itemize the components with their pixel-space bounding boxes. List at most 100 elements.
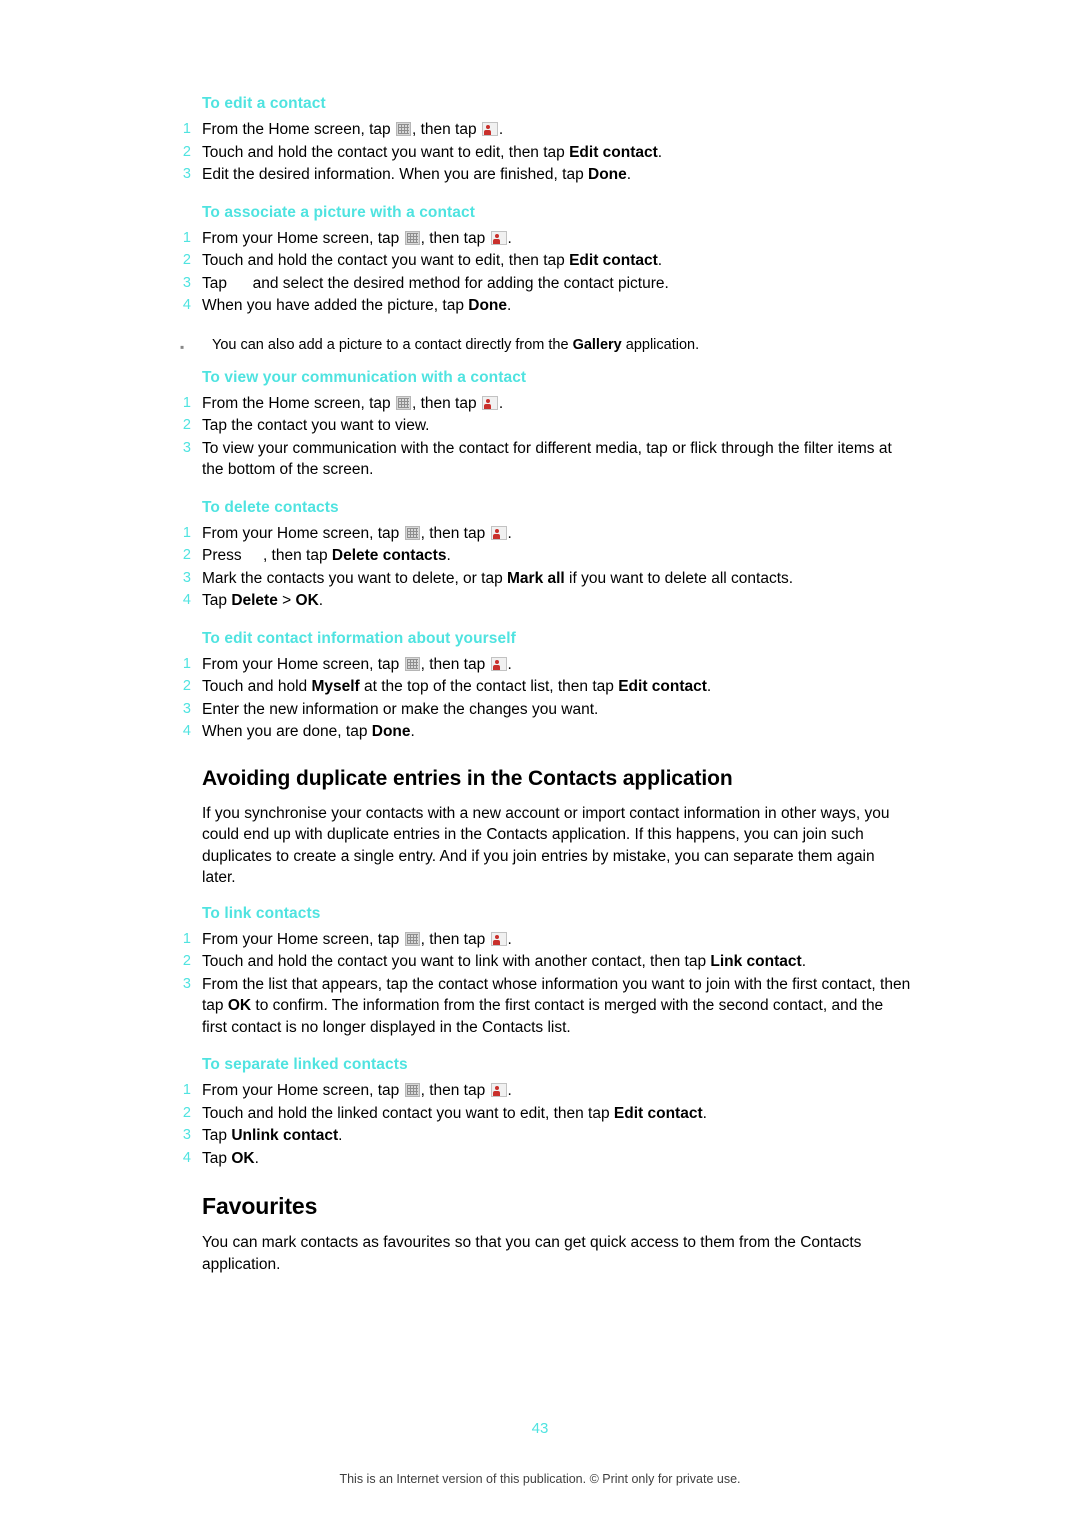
step-number: 3 [182,439,191,456]
step-number: 3 [182,166,191,182]
step-number: 4 [182,1149,191,1166]
contacts-app-icon [490,656,507,671]
procedure-title-associate-picture: To associate a picture with a contact [202,203,476,221]
apps-grid-icon [395,395,411,410]
step-text: Edit the desired information. When you a… [202,166,632,183]
step-number: 3 [182,569,191,586]
list-item: 1 From your Home screen, tap , then tap . [172,523,912,545]
step-text: Tap OK. [202,1149,259,1167]
step-number: 2 [182,1104,191,1121]
step-text: From your Home screen, tap , then tap . [202,930,512,948]
step-text: From your Home screen, tap , then tap . [202,229,512,247]
step-number: 1 [182,524,191,541]
procedure-title-link-contacts: To link contacts [202,904,321,922]
step-text: From the Home screen, tap , then tap . [202,394,504,412]
list-item: 3 From the list that appears, tap the con… [172,974,912,1039]
list-item: 4 When you are done, tap Done. [172,721,912,743]
list-item: 3 To view your communication with the con… [172,438,912,481]
apps-grid-icon [404,1083,420,1097]
step-text: When you have added the picture, tap Don… [202,297,512,314]
list-item: 4 Tap OK. [172,1148,912,1170]
list-item: 1 From the Home screen, tap , then tap . [172,393,912,415]
list-item: 2 Touch and hold the contact you want to … [172,142,912,164]
list-item: 3 Tap and select the desired method for a… [172,273,912,295]
step-text: Touch and hold the contact you want to e… [202,252,663,269]
step-number: 4 [182,592,191,608]
step-text: When you are done, tap Done. [202,723,415,740]
step-list-delete-contacts: 1 From your Home screen, tap , then tap .… [172,523,912,612]
contacts-app-icon [490,931,507,946]
step-text: From your Home screen, tap , then tap . [202,655,512,673]
list-item: 3 Tap Unlink contact. [172,1125,912,1147]
step-text: Touch and hold Myself at the top of the … [202,678,712,695]
step-list-associate-picture: 1 From your Home screen, tap , then tap .… [172,228,912,317]
list-item: 2 Touch and hold the linked contact you w… [172,1103,912,1125]
list-item: 1 From the Home screen, tap , then tap . [172,119,912,141]
section-paragraph-avoiding-duplicates: If you synchronise your contacts with a … [202,804,890,887]
step-number: 3 [182,700,191,717]
step-text: Touch and hold the contact you want to l… [202,953,806,970]
contacts-app-icon [490,230,507,245]
step-text: Tap Unlink contact. [202,1127,343,1144]
list-item: 1 From your Home screen, tap , then tap . [172,654,912,676]
step-number: 1 [182,394,191,411]
step-text: To view your communication with the cont… [202,439,892,479]
list-item: 2 Touch and hold Myself at the top of the… [172,676,912,698]
list-item: 3 Mark the contacts you want to delete, o… [172,568,912,590]
list-item: 2 Press , then tap Delete contacts. [172,545,912,567]
apps-grid-icon [395,122,411,136]
step-number: 4 [182,723,191,739]
procedure-title-delete-contacts: To delete contacts [202,498,339,516]
contacts-app-icon [490,1083,507,1097]
step-list-separate-linked-contacts: 1 From your Home screen, tap , then tap .… [172,1080,912,1169]
step-number: 2 [182,143,191,160]
step-text: From your Home screen, tap , then tap . [202,1082,512,1099]
apps-grid-icon [404,230,420,245]
contacts-app-icon [481,395,498,410]
step-text: Tap Delete > OK. [202,592,324,609]
step-number: 2 [182,547,191,563]
step-text: From your Home screen, tap , then tap . [202,524,512,542]
document-page: To edit a contact 1 From the Home screen,… [0,0,1080,1527]
step-number: 2 [182,417,191,433]
step-number: 2 [182,953,191,969]
note-text: You can also add a picture to a contact … [212,336,700,353]
procedure-title-view-communication: To view your communication with a contac… [202,368,527,386]
page-number: 43 [531,1420,549,1437]
step-list-link-contacts: 1 From your Home screen, tap , then tap .… [172,929,912,1039]
list-item: 3 Enter the new information or make the c… [172,699,912,721]
procedure-title-edit-contact: To edit a contact [202,95,326,112]
step-text: Mark the contacts you want to delete, or… [202,569,794,587]
step-text: Enter the new information or make the ch… [202,700,599,718]
step-text: From the Home screen, tap , then tap . [202,121,504,138]
list-item: 2 Touch and hold the contact you want to … [172,250,912,272]
procedure-title-separate-linked-contacts: To separate linked contacts [202,1056,408,1073]
contacts-app-icon [481,122,498,136]
step-number: 3 [182,1127,191,1143]
note-gallery: ▪ You can also add a picture to a contac… [180,335,912,355]
section-paragraph-favourites: You can mark contacts as favourites so t… [202,1234,862,1273]
apps-grid-icon [404,525,420,540]
step-number: 1 [182,1082,191,1098]
list-item: 2 Touch and hold the contact you want to … [172,951,912,973]
step-text: Tap the contact you want to view. [202,417,430,434]
list-item: 1 From your Home screen, tap , then tap . [172,1080,912,1102]
step-text: Touch and hold the linked contact you wa… [202,1104,707,1122]
step-number: 1 [182,229,191,246]
step-list-edit-own-info: 1 From your Home screen, tap , then tap .… [172,654,912,743]
list-item: 3 Edit the desired information. When you … [172,164,912,186]
contacts-app-icon [490,525,507,540]
page-content: To edit a contact 1 From the Home screen,… [172,95,912,1291]
step-number: 3 [182,274,191,291]
apps-grid-icon [404,656,420,671]
list-item: 4 When you have added the picture, tap Do… [172,295,912,317]
note-bullet-icon: ▪ [180,339,185,354]
step-text: Touch and hold the contact you want to e… [202,143,663,161]
section-heading-avoiding-duplicates: Avoiding duplicate entries in the Contac… [202,766,733,790]
step-list-view-communication: 1 From the Home screen, tap , then tap . 2… [172,393,912,481]
menu-icon [248,549,261,562]
step-number: 1 [182,121,191,137]
step-list-edit-contact: 1 From the Home screen, tap , then tap . 2… [172,119,912,186]
menu-icon [233,277,246,290]
list-item: 2 Tap the contact you want to view. [172,415,912,437]
